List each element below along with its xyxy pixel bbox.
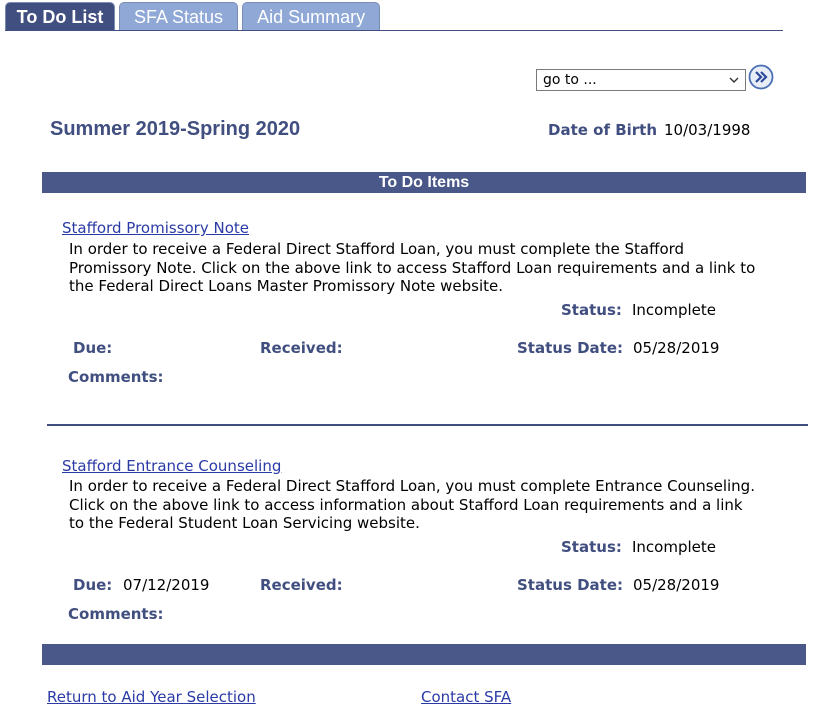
status-label: Status: (561, 301, 622, 319)
status-value: Incomplete (632, 301, 716, 319)
comments-label: Comments: (68, 368, 164, 386)
status-label: Status: (561, 538, 622, 556)
dob-label: Date of Birth (548, 121, 658, 139)
status-date-label: Status Date: (517, 339, 624, 357)
received-label: Received: (260, 339, 343, 357)
due-label: Due: (73, 339, 113, 357)
contact-sfa-link[interactable]: Contact SFA (421, 688, 511, 706)
comments-label: Comments: (68, 605, 164, 623)
item-description: In order to receive a Federal Direct Sta… (69, 477, 755, 532)
to-do-items-header: To Do Items (42, 172, 806, 193)
stafford-promissory-note-link[interactable]: Stafford Promissory Note (62, 219, 249, 237)
double-chevron-right-icon[interactable] (748, 64, 774, 90)
aid-year-title: Summer 2019-Spring 2020 (50, 118, 301, 140)
chevron-down-icon (729, 77, 739, 83)
tab-aid-summary[interactable]: Aid Summary (242, 2, 381, 31)
due-label: Due: (73, 576, 113, 594)
tab-underline (5, 30, 783, 31)
tab-to-do-list[interactable]: To Do List (5, 2, 115, 31)
goto-select[interactable]: go to ... (536, 69, 746, 91)
status-date-value: 05/28/2019 (633, 576, 720, 594)
return-to-aid-year-link[interactable]: Return to Aid Year Selection (47, 688, 256, 706)
due-value: 07/12/2019 (123, 576, 210, 594)
to-do-items-footer-bar (42, 644, 806, 665)
tab-bar: To Do List SFA Status Aid Summary (5, 2, 384, 32)
stafford-entrance-counseling-link[interactable]: Stafford Entrance Counseling (62, 457, 281, 475)
received-label: Received: (260, 576, 343, 594)
tab-sfa-status[interactable]: SFA Status (119, 2, 239, 31)
status-date-value: 05/28/2019 (633, 339, 720, 357)
goto-selected-value: go to ... (543, 72, 597, 88)
status-date-label: Status Date: (517, 576, 624, 594)
dob-value: 10/03/1998 (664, 121, 751, 139)
item-divider (47, 424, 808, 426)
status-value: Incomplete (632, 538, 716, 556)
item-description: In order to receive a Federal Direct Sta… (69, 240, 756, 295)
